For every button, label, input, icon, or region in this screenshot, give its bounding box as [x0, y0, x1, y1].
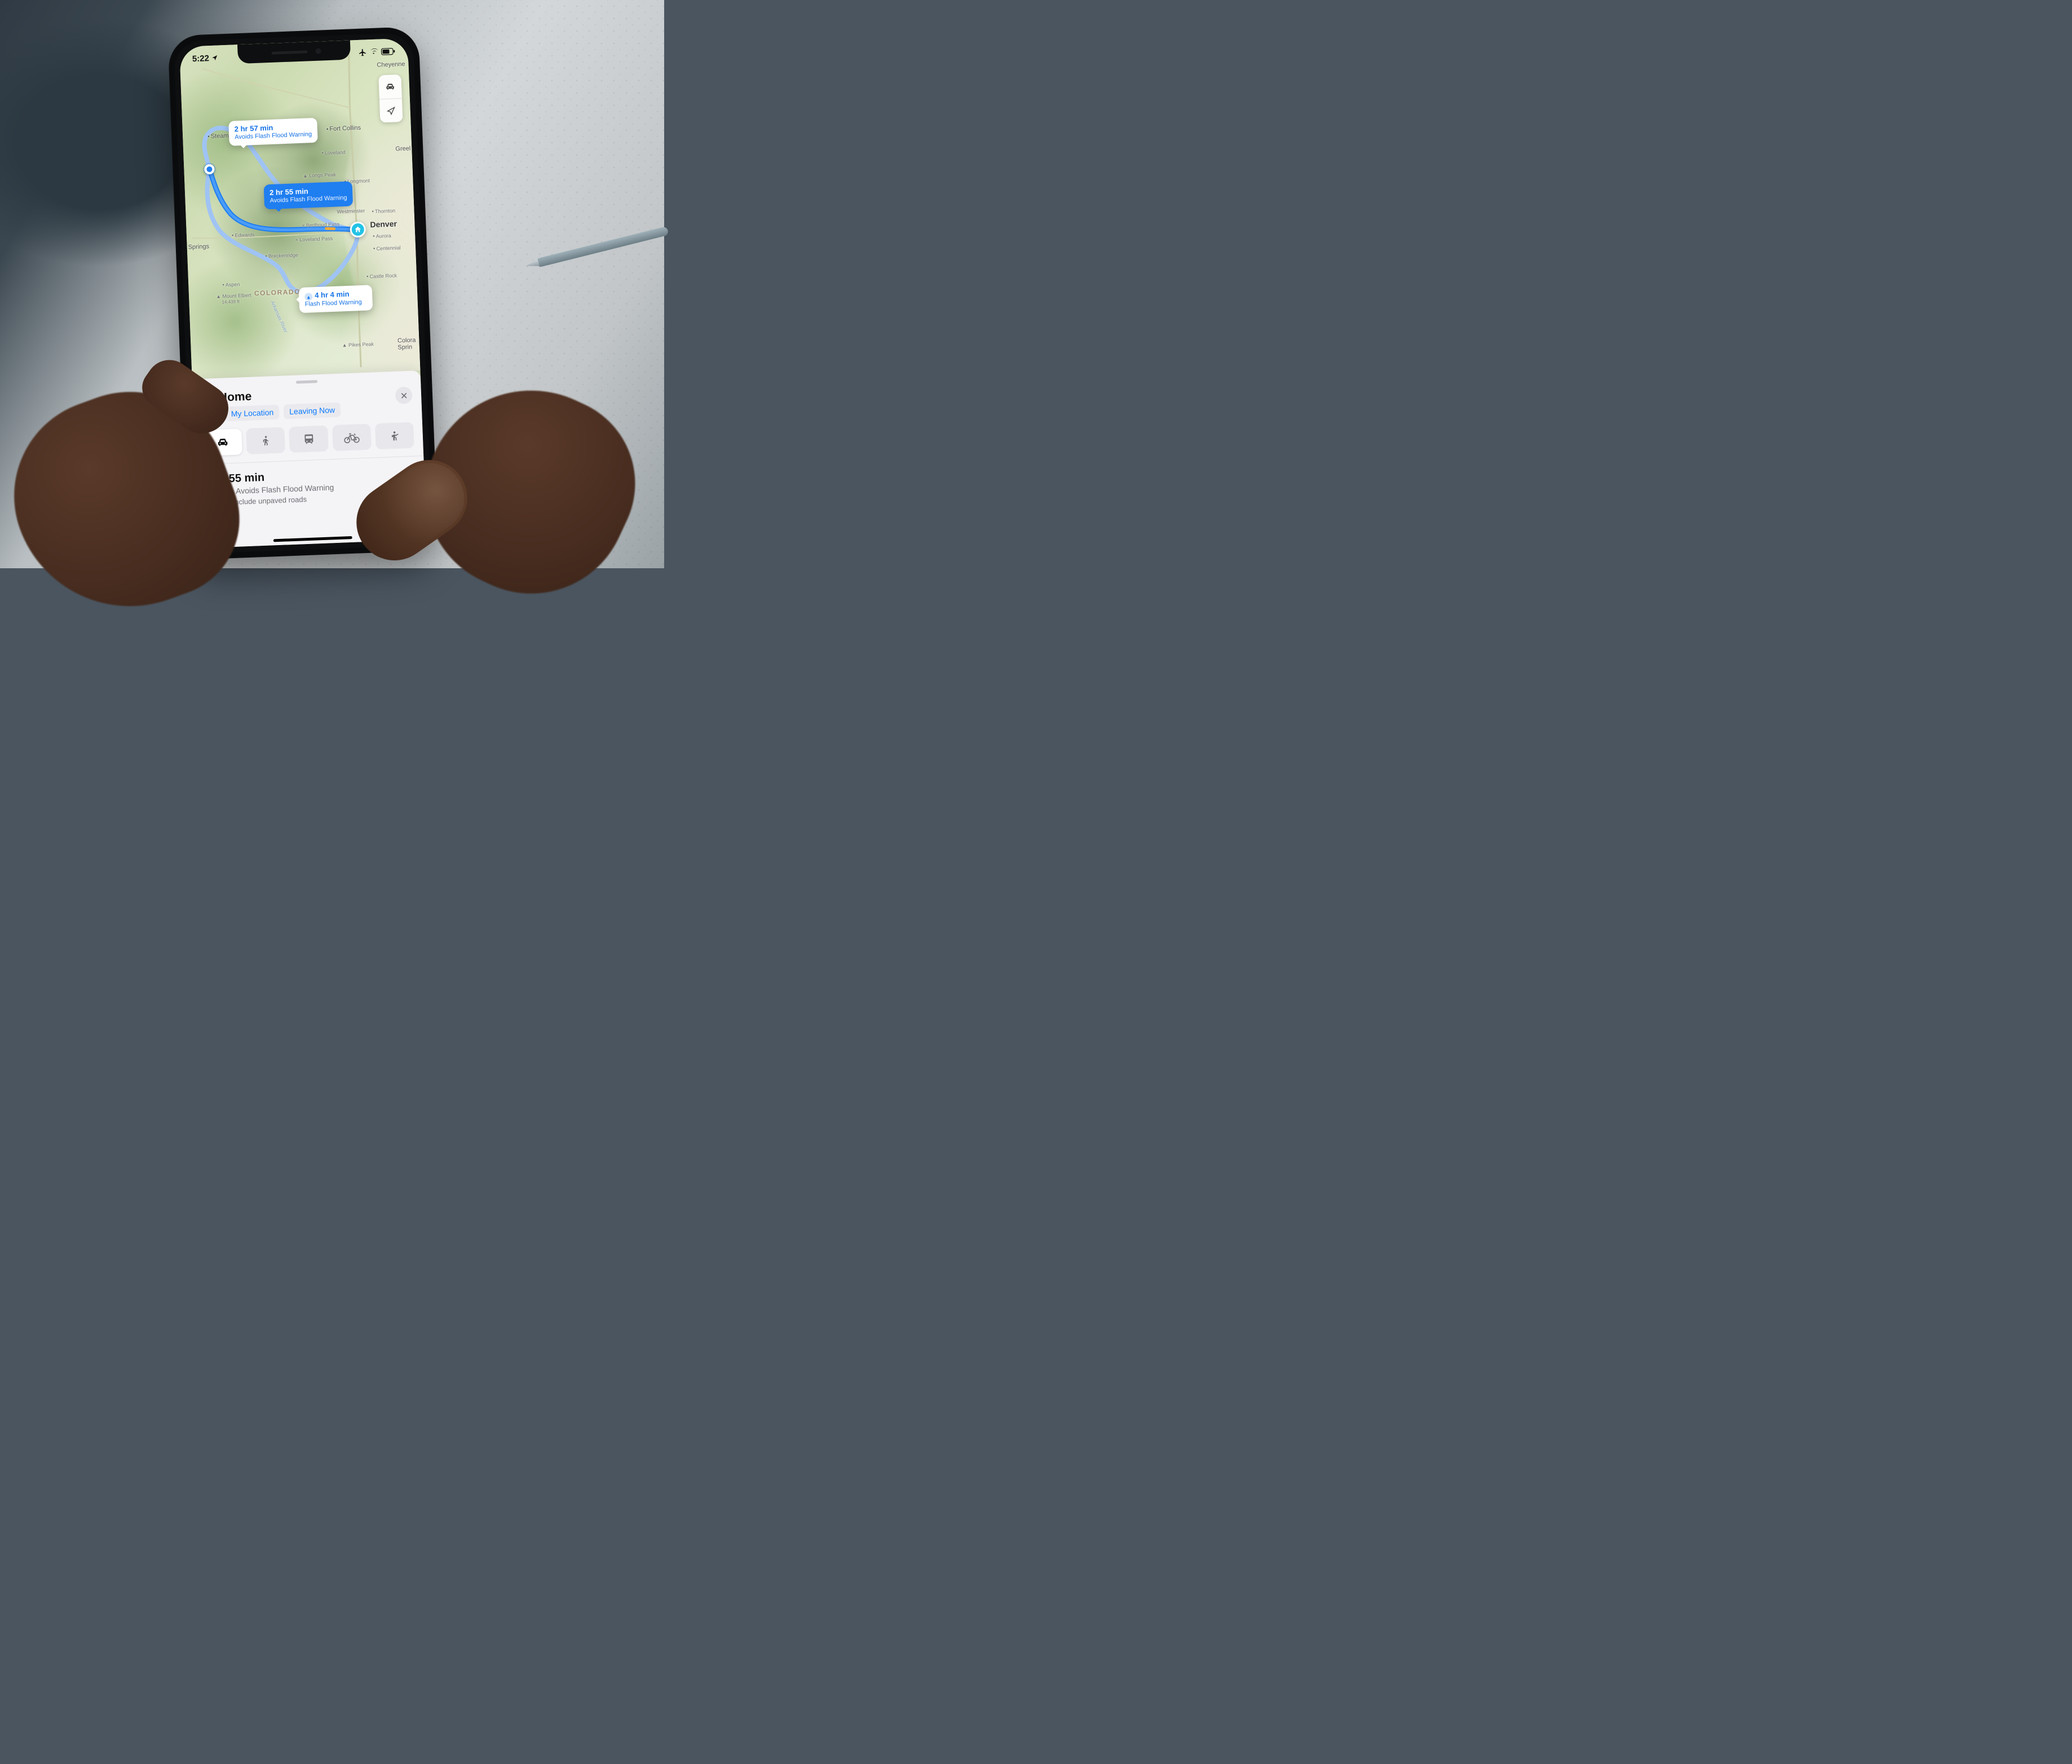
label-mount-elbert: ▲ Mount Elbert14,439 ft	[216, 293, 251, 305]
label-denver: Denver	[370, 219, 397, 229]
walk-icon	[260, 434, 272, 448]
label-aspen: Aspen	[222, 281, 240, 288]
label-breckenridge: Breckenridge	[265, 252, 298, 259]
label-castle-rock: Castle Rock	[366, 273, 397, 280]
status-time: 5:22	[192, 54, 210, 64]
wifi-icon	[369, 48, 378, 56]
label-loveland: Loveland	[321, 149, 345, 157]
label-aurora: Aurora	[373, 233, 391, 240]
route-callout-primary[interactable]: 2 hr 55 min Avoids Flash Flood Warning	[264, 182, 354, 210]
sheet-grabber[interactable]	[295, 380, 317, 383]
rideshare-icon	[388, 429, 400, 443]
label-cheyenne: Cheyenne	[377, 61, 405, 69]
map-controls	[378, 74, 403, 122]
label-fort-collins: Fort Collins	[326, 125, 361, 132]
car-icon	[385, 81, 396, 92]
transport-mode-row	[203, 422, 414, 456]
label-thornton: Thornton	[372, 208, 395, 215]
airplane-mode-icon	[358, 48, 367, 57]
depart-time-chip[interactable]: Leaving Now	[284, 403, 341, 419]
label-westminster: Westminster	[337, 208, 365, 215]
close-icon	[400, 392, 407, 399]
label-colorado-springs: ColoraSprin	[397, 337, 416, 351]
label-edwards: Edwards	[232, 232, 255, 239]
location-arrow-icon	[211, 54, 218, 61]
transit-icon	[302, 432, 315, 446]
from-location-chip[interactable]: My Location	[225, 405, 279, 422]
label-greeley: Greel	[395, 145, 410, 152]
map-mode-button[interactable]	[378, 74, 402, 99]
battery-icon	[381, 47, 395, 55]
route-callout-alt-north[interactable]: 2 hr 57 min Avoids Flash Flood Warning	[228, 118, 318, 146]
mode-transit[interactable]	[289, 426, 328, 453]
location-arrow-icon	[386, 105, 396, 116]
mode-walk[interactable]	[246, 427, 285, 454]
route-callout-alt-south[interactable]: 4 hr 4 min Flash Flood Warning	[299, 285, 373, 313]
bike-icon	[343, 431, 360, 444]
label-springs-suffix: Springs	[188, 243, 210, 250]
mode-bike[interactable]	[332, 424, 372, 452]
label-centennial: Centennial	[373, 245, 401, 252]
mode-rideshare[interactable]	[375, 422, 414, 450]
locate-me-button[interactable]	[379, 98, 403, 123]
flood-warning-icon	[304, 293, 313, 301]
callout-note: Flash Flood Warning	[305, 299, 367, 309]
home-icon	[354, 226, 362, 234]
map-canvas[interactable]: Cheyenne Fort Collins Greel Loveland ▲ L…	[179, 38, 420, 379]
